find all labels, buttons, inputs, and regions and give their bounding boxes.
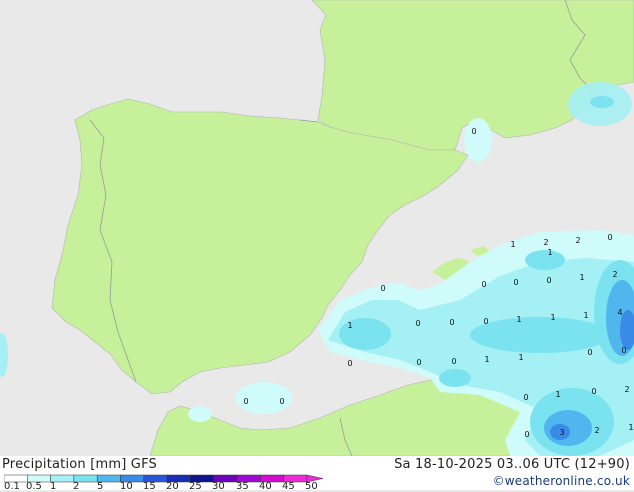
legend-tick-label: 15	[143, 481, 156, 492]
map-value: 1	[516, 315, 521, 324]
map-value: 1	[555, 390, 560, 399]
map-value: 0	[471, 127, 476, 136]
map-value: 3	[559, 428, 564, 437]
legend-tick-label: 0.5	[26, 481, 42, 492]
validity-time: Sa 18-10-2025 03..06 UTC (12+90)	[394, 457, 630, 472]
legend-tick-label: 0.1	[4, 481, 20, 492]
map-value: 0	[607, 233, 612, 242]
map-title: Precipitation [mm] GFS	[2, 457, 157, 472]
legend-tick-label: 1	[50, 481, 57, 492]
map-value: 0	[416, 358, 421, 367]
legend-tick-label: 20	[166, 481, 179, 492]
legend-tick-label: 2	[73, 481, 80, 492]
legend-tick-label: 45	[282, 481, 295, 492]
map-value: 1	[628, 423, 633, 432]
map-value: 1	[579, 273, 584, 282]
map-value: 0	[279, 397, 284, 406]
map-value: 1	[510, 240, 515, 249]
footer-bar: Precipitation [mm] GFS Sa 18-10-2025 03.…	[0, 456, 634, 492]
map-value: 4	[617, 308, 622, 317]
map-value: 2	[575, 236, 580, 245]
map-value: 0	[591, 387, 596, 396]
map-value: 2	[624, 385, 629, 394]
map-value: 2	[612, 270, 617, 279]
map-value: 2	[594, 426, 599, 435]
legend-tick-label: 25	[189, 481, 202, 492]
map-value: 2	[543, 238, 548, 247]
map-value: 1	[518, 353, 523, 362]
map-value: 0	[621, 346, 626, 355]
map-value: 1	[550, 313, 555, 322]
map-value: 0	[483, 317, 488, 326]
map-value: 0	[380, 284, 385, 293]
map-value: 0	[523, 393, 528, 402]
map-value: 1	[583, 311, 588, 320]
map-value: 0	[546, 276, 551, 285]
map-value: 0	[347, 359, 352, 368]
legend-tick-label: 40	[259, 481, 272, 492]
map-value: 1	[547, 248, 552, 257]
map-value: 0	[481, 280, 486, 289]
map-value: 0	[513, 278, 518, 287]
legend-tick-label: 5	[97, 481, 104, 492]
map-value: 1	[347, 321, 352, 330]
map-value: 0	[451, 357, 456, 366]
map-value: 0	[524, 430, 529, 439]
precipitation-map: 0 1 2 2 0 0 0 0 1 2 0 1 1 0 0 0 1 1 1 4 …	[0, 0, 634, 456]
legend-tick-label: 50	[305, 481, 318, 492]
legend-tick-label: 10	[120, 481, 133, 492]
copyright-link[interactable]: ©weatheronline.co.uk	[493, 474, 630, 488]
map-value: 0	[449, 318, 454, 327]
map-value: 0	[243, 397, 248, 406]
map-value: 0	[415, 319, 420, 328]
map-value: 0	[587, 348, 592, 357]
map-value: 1	[484, 355, 489, 364]
legend-tick-label: 35	[236, 481, 249, 492]
legend-tick-label: 30	[212, 481, 225, 492]
